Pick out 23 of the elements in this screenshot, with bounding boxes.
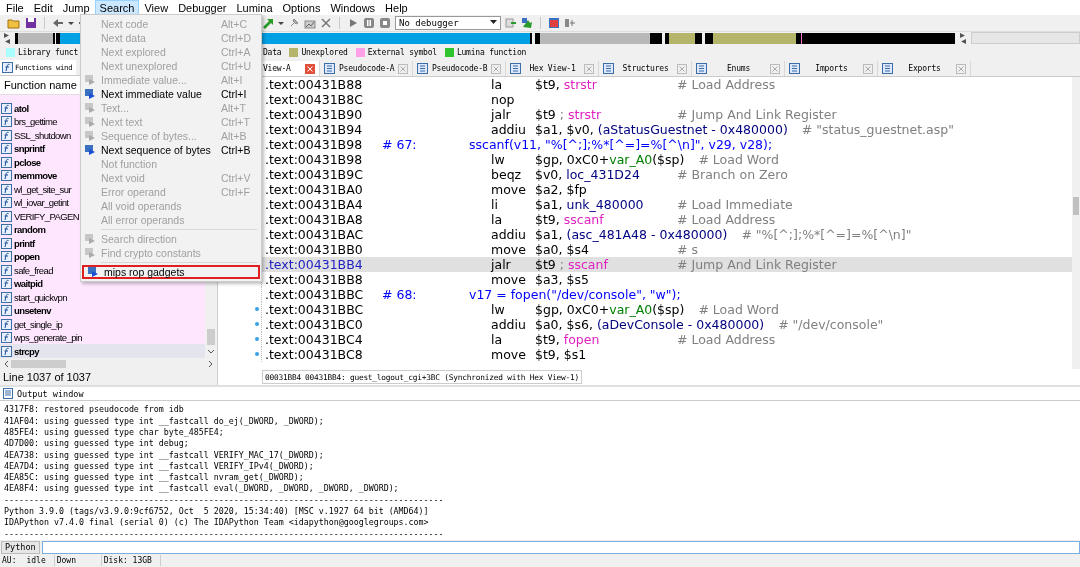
legend-label: Library funct xyxy=(18,47,78,57)
output-line: IDAPython v7.4.0 final (serial 0) (c) The IDAPython Team <idapython@googlegroups.com> xyxy=(4,517,430,529)
legend-label: Unexplored xyxy=(301,47,348,57)
status-text: Disk: 13GB xyxy=(103,556,152,566)
status-text: Down xyxy=(56,556,76,566)
output-line: ---------------------------------------------------------------------------------------- xyxy=(4,528,445,540)
output-line: 4EA85C: using guessed type int __fastcall nvram_get(_DWORD); xyxy=(4,472,305,484)
output-line: 4317F8: restored pseudocode from idb xyxy=(4,404,185,416)
legend-label: Data xyxy=(263,47,282,57)
legend-label: Lumina function xyxy=(456,47,527,57)
legend-label: External symbol xyxy=(367,47,437,57)
output-line: 41AF04: using guessed type int __fastcall do_ej(_DWORD, _DWORD); xyxy=(4,415,325,427)
output-line: 4EA7D4: using guessed type int __fastcall VERIFY_IPv4(_DWORD); xyxy=(4,460,315,473)
status-text: idle xyxy=(26,556,46,566)
panel-title: Output window xyxy=(17,388,84,399)
output-line: 4EA738: using guessed type int __fastcall VERIFY_MAC_17(_DWORD); xyxy=(4,449,325,461)
output-line: Python 3.9.0 (tags/v3.9.0:9cf6752, Oct 5 2020, 15:34:40) [MSC v.1927 64 bit (AMD64)] xyxy=(4,506,430,518)
line-count: Line 1037 of 1037 xyxy=(0,370,217,386)
output-line: ---------------------------------------------------------------------------------------- xyxy=(4,494,445,507)
output-line: 485FE4: using guessed type char byte_485FE4; xyxy=(4,427,225,439)
status-text: AU: xyxy=(2,556,17,566)
output-line: 4EA8F4: using guessed type int __fastcall eval(_DWORD, _DWORD, _DWORD, _DWORD); xyxy=(4,483,400,495)
output-line: 4D7D00: using guessed type int debug; xyxy=(4,438,190,450)
